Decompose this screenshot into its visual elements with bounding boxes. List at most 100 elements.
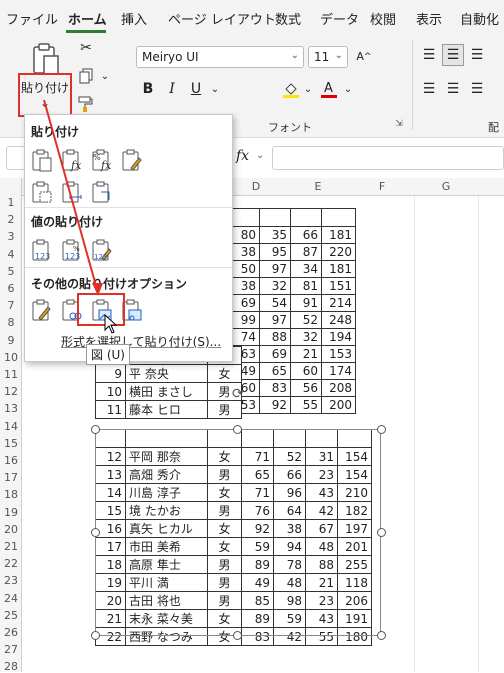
row-header[interactable]: 12 xyxy=(0,385,22,398)
resize-handle[interactable] xyxy=(377,528,386,537)
row-header[interactable]: 6 xyxy=(0,282,22,295)
paste-icon[interactable] xyxy=(29,147,55,173)
row-header[interactable]: 23 xyxy=(0,574,22,587)
row-header[interactable]: 18 xyxy=(0,488,22,501)
row-header[interactable]: 10 xyxy=(0,351,22,364)
row-header[interactable]: 19 xyxy=(0,506,22,519)
row-header[interactable]: 7 xyxy=(0,299,22,312)
paste-values-icon[interactable]: 123 xyxy=(29,237,55,263)
menu-file[interactable]: ファイル xyxy=(6,9,58,28)
menu-automate[interactable]: 自動化 xyxy=(460,9,499,28)
row-header[interactable]: 17 xyxy=(0,471,22,484)
paste-special-link[interactable]: 形式を選択して貼り付け(S)... xyxy=(61,333,221,350)
row-header[interactable]: 3 xyxy=(0,230,22,243)
table-cell: 214 xyxy=(321,294,357,312)
menu-page-layout[interactable]: ページ レイアウト xyxy=(168,9,276,28)
fill-color-icon[interactable] xyxy=(280,78,302,100)
row-header[interactable]: 15 xyxy=(0,437,22,450)
paste-values-source-format-icon[interactable]: 123 xyxy=(89,237,115,263)
table-cell: 91 xyxy=(290,294,323,312)
align-right-icon[interactable]: ☰ xyxy=(466,78,488,100)
menu-divider xyxy=(25,267,232,268)
resize-handle[interactable] xyxy=(377,425,386,434)
column-header-e[interactable]: E xyxy=(304,180,332,193)
formula-input[interactable] xyxy=(272,146,504,170)
row-header[interactable]: 21 xyxy=(0,540,22,553)
paste-formulas-number-format-icon[interactable]: % fx xyxy=(89,147,115,173)
row-header[interactable]: 5 xyxy=(0,265,22,278)
align-bottom-icon[interactable]: ☰ xyxy=(466,44,488,66)
menu-data[interactable]: データ xyxy=(320,9,359,28)
row-header[interactable]: 1 xyxy=(0,196,22,209)
bold-button[interactable]: B xyxy=(138,79,158,99)
resize-handle[interactable] xyxy=(91,425,100,434)
column-header-d[interactable]: D xyxy=(242,180,270,193)
resize-handle[interactable] xyxy=(91,631,100,640)
underline-button[interactable]: U xyxy=(186,79,206,99)
font-color-chevron-down-icon[interactable]: ⌄ xyxy=(342,81,354,97)
menu-view[interactable]: 表示 xyxy=(416,9,442,28)
align-left-icon[interactable]: ☰ xyxy=(418,78,440,100)
row-header[interactable]: 11 xyxy=(0,368,22,381)
table-cell: 81 xyxy=(290,277,323,295)
paste-formulas-icon[interactable]: fx xyxy=(59,147,85,173)
other-paste-options-title: その他の貼り付けオプション xyxy=(31,277,188,291)
row-header[interactable]: 4 xyxy=(0,248,22,261)
resize-handle[interactable] xyxy=(91,528,100,537)
align-top-icon[interactable]: ☰ xyxy=(418,44,440,66)
row-header[interactable]: 27 xyxy=(0,643,22,656)
font-size-dropdown[interactable]: 11 ⌄ xyxy=(308,46,348,68)
row-header[interactable]: 8 xyxy=(0,316,22,329)
row-header[interactable]: 14 xyxy=(0,420,22,433)
align-middle-icon[interactable]: ☰ xyxy=(442,44,464,66)
row-header[interactable]: 16 xyxy=(0,454,22,467)
picture-selection-frame[interactable] xyxy=(95,429,381,636)
table-cell: 横田 まさし xyxy=(125,382,208,401)
rotate-handle-icon[interactable]: ⟳ xyxy=(232,386,248,402)
row-header[interactable]: 9 xyxy=(0,334,22,347)
table-cell: 220 xyxy=(321,243,357,261)
cut-icon[interactable]: ✂ xyxy=(76,38,96,58)
paste-keep-column-widths-icon[interactable] xyxy=(59,179,85,205)
row-header[interactable]: 22 xyxy=(0,557,22,570)
increase-font-size-icon[interactable]: A ^ xyxy=(352,44,376,68)
row-header[interactable]: 28 xyxy=(0,660,22,673)
svg-text:123: 123 xyxy=(94,253,107,261)
copy-chevron-down-icon[interactable]: ⌄ xyxy=(98,68,112,84)
row-header[interactable]: 2 xyxy=(0,213,22,226)
underline-chevron-down-icon[interactable]: ⌄ xyxy=(208,81,222,97)
paste-formatting-icon[interactable] xyxy=(29,297,55,323)
chevron-down-icon[interactable]: ⌄ xyxy=(256,150,264,161)
format-painter-icon[interactable] xyxy=(76,94,96,114)
resize-handle[interactable] xyxy=(233,631,242,640)
menu-home[interactable]: ホーム xyxy=(68,9,107,28)
row-header[interactable]: 20 xyxy=(0,523,22,536)
resize-handle[interactable] xyxy=(233,425,242,434)
paste-transpose-icon[interactable] xyxy=(89,179,115,205)
menu-insert[interactable]: 挿入 xyxy=(121,9,147,28)
table-cell: 32 xyxy=(258,277,292,295)
resize-handle[interactable] xyxy=(377,631,386,640)
menu-formulas[interactable]: 数式 xyxy=(275,9,301,28)
row-header[interactable]: 13 xyxy=(0,402,22,415)
fill-chevron-down-icon[interactable]: ⌄ xyxy=(302,81,314,97)
menu-review[interactable]: 校閲 xyxy=(370,9,396,28)
paste-button[interactable]: 貼り付け ⌄ xyxy=(18,73,72,117)
italic-button[interactable]: I xyxy=(162,79,182,99)
row-header[interactable]: 24 xyxy=(0,592,22,605)
paste-keep-source-format-icon[interactable] xyxy=(119,147,145,173)
fx-icon[interactable]: fx xyxy=(236,148,249,164)
copy-icon[interactable] xyxy=(76,66,96,86)
paste-values-section-title: 値の貼り付け xyxy=(31,215,104,229)
align-center-icon[interactable]: ☰ xyxy=(442,78,464,100)
font-name-dropdown[interactable]: Meiryo UI ⌄ xyxy=(136,46,304,68)
row-header[interactable]: 25 xyxy=(0,609,22,622)
chevron-down-icon: ⌄ xyxy=(290,50,299,61)
column-header-g[interactable]: G xyxy=(432,180,460,193)
column-header-f[interactable]: F xyxy=(368,180,396,193)
paste-no-borders-icon[interactable] xyxy=(29,179,55,205)
font-dialog-launcher-icon[interactable]: ⇲ xyxy=(392,117,406,131)
font-color-icon[interactable]: A xyxy=(318,78,340,100)
paste-values-number-format-icon[interactable]: % 123 xyxy=(59,237,85,263)
row-header[interactable]: 26 xyxy=(0,626,22,639)
